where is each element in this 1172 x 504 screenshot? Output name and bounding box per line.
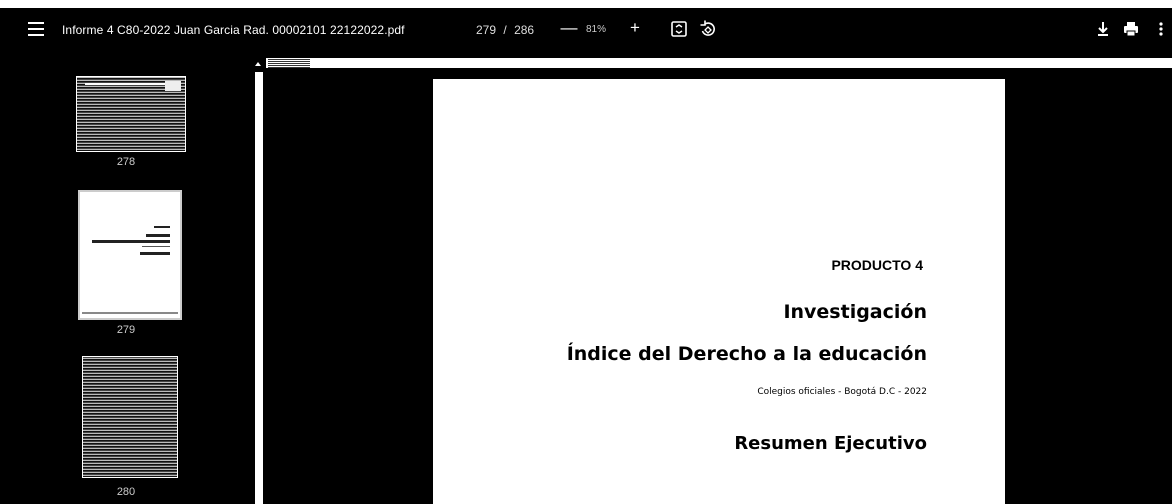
thumbnail-page-278[interactable]: 278 <box>60 76 186 176</box>
thumbnail-image <box>76 76 186 152</box>
thumbnail-image <box>82 356 178 478</box>
rotate-icon[interactable] <box>697 18 719 40</box>
fit-page-icon[interactable] <box>668 18 690 40</box>
zoom-in-button[interactable]: + <box>624 17 646 39</box>
zoom-level-input[interactable]: 81% <box>586 24 606 35</box>
scroll-up-arrow-icon[interactable] <box>255 62 261 66</box>
pdf-viewer-window: Informe 4 C80-2022 Juan Garcia Rad. 0000… <box>0 8 1172 504</box>
product-label: PRODUCTO 4 <box>831 257 923 273</box>
index-title: Índice del Derecho a la educación <box>566 343 927 365</box>
more-vert-icon[interactable] <box>1150 18 1172 40</box>
subtitle-colegios: Colegios oficiales - Bogotá D.C - 2022 <box>757 387 927 397</box>
document-viewer[interactable]: PRODUCTO 4 Investigación Índice del Dere… <box>266 58 1172 504</box>
thumbnail-page-number: 280 <box>116 486 136 498</box>
thumbnail-sidebar: 278 279 280 <box>0 58 252 504</box>
document-page: PRODUCTO 4 Investigación Índice del Dere… <box>433 79 1005 504</box>
previous-page-content <box>268 58 310 68</box>
document-title: Informe 4 C80-2022 Juan Garcia Rad. 0000… <box>62 23 405 37</box>
sidebar-scrollbar[interactable] <box>252 58 266 504</box>
zoom-out-button[interactable]: — <box>558 17 580 39</box>
current-page-input[interactable]: 279 <box>476 23 496 37</box>
total-pages: 286 <box>514 23 535 37</box>
summary-heading: Resumen Ejecutivo <box>734 433 927 454</box>
menu-icon[interactable] <box>28 22 44 38</box>
previous-page-edge <box>266 58 1172 68</box>
heading-investigacion: Investigación <box>783 301 927 323</box>
thumbnail-page-number: 278 <box>116 156 136 168</box>
thumbnail-page-279[interactable]: 279 <box>60 188 182 338</box>
viewer-toolbar: Informe 4 C80-2022 Juan Garcia Rad. 0000… <box>0 8 1172 58</box>
download-icon[interactable] <box>1092 18 1114 40</box>
print-icon[interactable] <box>1120 18 1142 40</box>
page-separator: / <box>503 23 507 37</box>
thumbnail-image <box>78 190 182 320</box>
thumbnail-page-number: 279 <box>116 324 136 336</box>
thumbnail-page-280[interactable]: 280 <box>60 348 180 498</box>
page-indicator: 279 / 286 <box>476 23 534 37</box>
scrollbar-thumb[interactable] <box>255 72 263 504</box>
